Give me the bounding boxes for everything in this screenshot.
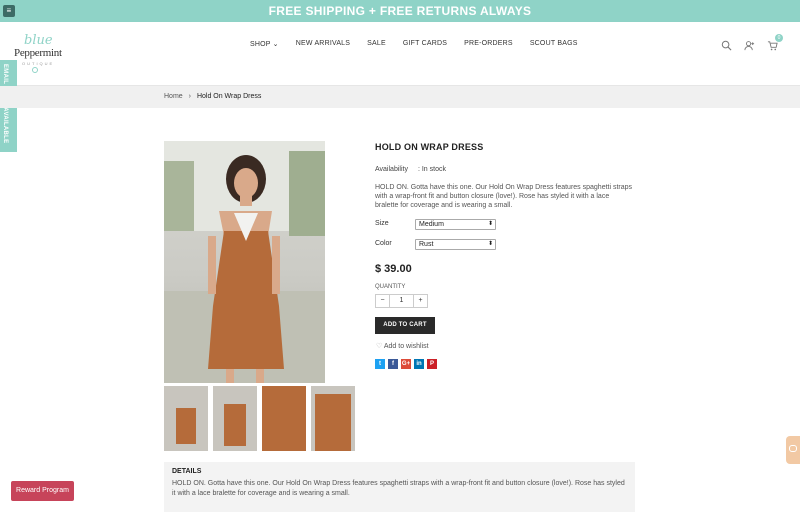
header-icons: 0 — [721, 34, 783, 56]
chat-icon — [789, 445, 797, 452]
cart-count-badge: 0 — [775, 34, 783, 42]
nav-shop[interactable]: SHOP ⌄ — [250, 40, 279, 48]
chevron-down-icon: ⌄ — [272, 41, 279, 48]
nav-gift-cards[interactable]: GIFT CARDS — [403, 40, 447, 48]
add-to-wishlist-link[interactable]: ♡ Add to wishlist — [376, 342, 429, 350]
select-caret-icon: ⬍ — [487, 241, 493, 247]
logo-mark — [32, 67, 38, 73]
thumbnail-3[interactable] — [262, 386, 306, 451]
site-header: blue Peppermint OUTIQUE SHOP ⌄ NEW ARRIV… — [0, 22, 800, 86]
nav-pre-orders[interactable]: PRE-ORDERS — [464, 40, 513, 48]
details-text: HOLD ON. Gotta have this one. Our Hold O… — [172, 480, 625, 497]
chat-widget-button[interactable] — [786, 436, 800, 464]
brand-logo[interactable]: blue Peppermint OUTIQUE — [14, 33, 62, 76]
thumbnail-4[interactable] — [311, 386, 355, 451]
heart-icon: ♡ — [376, 343, 383, 350]
google-plus-icon[interactable]: G+ — [401, 359, 411, 369]
thumbnail-1[interactable] — [164, 386, 208, 451]
linkedin-icon[interactable]: in — [414, 359, 424, 369]
color-label: Color — [375, 240, 392, 247]
user-plus-icon[interactable] — [744, 38, 755, 56]
select-caret-icon: ⬍ — [487, 221, 493, 227]
quantity-decrease-button[interactable]: − — [375, 294, 390, 308]
product-title: HOLD ON WRAP DRESS — [375, 142, 484, 152]
breadcrumb-home[interactable]: Home — [164, 93, 183, 100]
accessibility-icon[interactable]: ≡ — [3, 5, 15, 17]
quantity-stepper: − 1 + — [375, 294, 428, 308]
twitter-icon[interactable]: t — [375, 359, 385, 369]
quantity-increase-button[interactable]: + — [413, 294, 428, 308]
nav-scout-bags[interactable]: SCOUT BAGS — [530, 40, 578, 48]
availability: Availability: In stock — [375, 166, 446, 173]
size-label: Size — [375, 220, 389, 227]
share-buttons: t f G+ in P — [375, 359, 437, 369]
announcement-bar: ≡ FREE SHIPPING + FREE RETURNS ALWAYS — [0, 0, 800, 22]
cart-icon[interactable]: 0 — [767, 34, 783, 56]
search-icon[interactable] — [721, 38, 732, 56]
breadcrumb: Home › Hold On Wrap Dress — [0, 86, 800, 108]
breadcrumb-separator: › — [188, 93, 191, 100]
size-select[interactable]: Medium ⬍ — [415, 219, 496, 230]
breadcrumb-current: Hold On Wrap Dress — [196, 93, 262, 100]
details-section: DETAILS HOLD ON. Gotta have this one. Ou… — [164, 462, 635, 512]
product-description: HOLD ON. Gotta have this one. Our Hold O… — [375, 184, 633, 209]
product-main-image[interactable] — [164, 141, 325, 383]
availability-value: : In stock — [417, 166, 446, 173]
nav-new-arrivals[interactable]: NEW ARRIVALS — [296, 40, 350, 48]
product-price: $ 39.00 — [375, 263, 412, 275]
pinterest-icon[interactable]: P — [427, 359, 437, 369]
color-select[interactable]: Rust ⬍ — [415, 239, 496, 250]
details-heading: DETAILS — [172, 468, 202, 475]
announcement-text: FREE SHIPPING + FREE RETURNS ALWAYS — [268, 4, 532, 18]
product-thumbnails — [164, 386, 355, 451]
main-nav: SHOP ⌄ NEW ARRIVALS SALE GIFT CARDS PRE-… — [250, 40, 578, 48]
nav-sale[interactable]: SALE — [367, 40, 386, 48]
model-photo-illustration — [164, 141, 325, 383]
reward-program-button[interactable]: Reward Program — [11, 481, 74, 501]
add-to-cart-button[interactable]: ADD TO CART — [375, 317, 435, 334]
facebook-icon[interactable]: f — [388, 359, 398, 369]
thumbnail-2[interactable] — [213, 386, 257, 451]
quantity-label: QUANTITY — [375, 284, 406, 290]
quantity-input[interactable]: 1 — [390, 294, 413, 308]
